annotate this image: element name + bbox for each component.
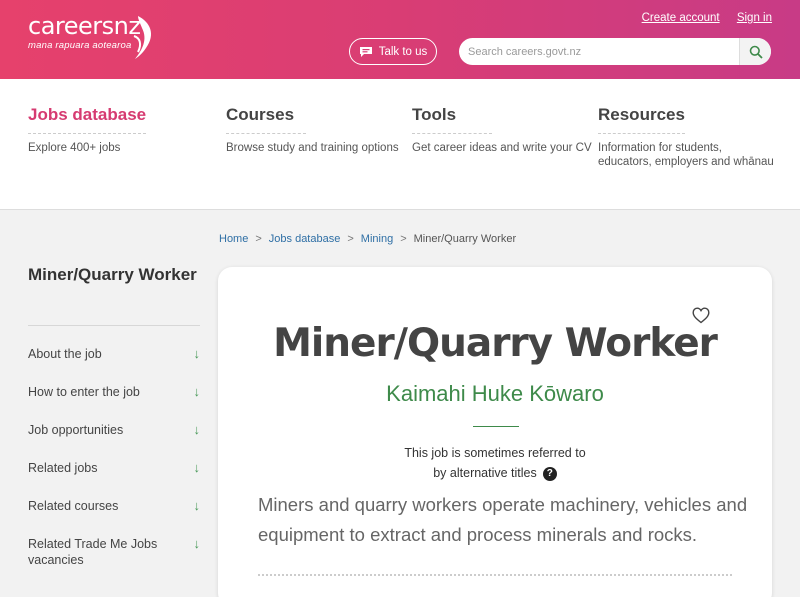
nav-subtitle: Explore 400+ jobs <box>28 142 121 154</box>
alt-titles-line1: This job is sometimes referred to <box>404 446 586 460</box>
alt-titles-line2-wrap: by alternative titles? <box>218 463 772 483</box>
breadcrumb-home[interactable]: Home <box>219 233 248 245</box>
job-summary-text: Miners and quarry workers operate machin… <box>258 494 748 545</box>
magnifier-icon <box>749 45 763 59</box>
sidebar-item-label: About the job <box>28 347 102 361</box>
sidebar-item-trade-me[interactable]: Related Trade Me Jobs vacancies ↓ <box>28 536 200 568</box>
sidebar-menu: About the job ↓ How to enter the job ↓ J… <box>28 346 200 568</box>
breadcrumb-jobs-database[interactable]: Jobs database <box>269 233 341 245</box>
site-header: careersnz mana rapuara aotearoa Create a… <box>0 0 800 79</box>
talk-to-us-label: Talk to us <box>378 45 428 58</box>
breadcrumb-current: Miner/Quarry Worker <box>413 233 517 245</box>
logo-swoosh-icon <box>133 16 152 59</box>
account-links: Create account Sign in <box>628 12 772 24</box>
sidebar-item-label: Job opportunities <box>28 423 124 437</box>
nav-tools[interactable]: Tools Get career ideas and write your CV <box>412 105 592 155</box>
nav-subtitle: Get career ideas and write your CV <box>412 142 592 154</box>
nav-title: Resources <box>598 105 685 134</box>
breadcrumb-separator: > <box>347 233 354 245</box>
arrow-down-icon: ↓ <box>193 460 201 475</box>
main-navigation: Jobs database Explore 400+ jobs Courses … <box>0 79 800 210</box>
sidebar-item-related-courses[interactable]: Related courses ↓ <box>28 498 200 514</box>
breadcrumb-separator: > <box>255 233 262 245</box>
sidebar-item-about[interactable]: About the job ↓ <box>28 346 200 362</box>
sidebar-item-label: Related courses <box>28 499 119 513</box>
sign-in-link[interactable]: Sign in <box>737 12 772 24</box>
nav-subtitle: Browse study and training options <box>226 142 399 154</box>
nav-courses[interactable]: Courses Browse study and training option… <box>226 105 399 155</box>
sidebar-item-related-jobs[interactable]: Related jobs ↓ <box>28 460 200 476</box>
job-title: Miner/Quarry Worker <box>273 321 718 366</box>
sidebar-item-label: Related Trade Me Jobs vacancies <box>28 537 158 567</box>
careersnz-logo[interactable]: careersnz mana rapuara aotearoa <box>28 12 141 52</box>
nav-subtitle: Information for students, educators, emp… <box>598 142 774 168</box>
arrow-down-icon: ↓ <box>193 384 201 399</box>
sidebar-item-label: Related jobs <box>28 461 98 475</box>
sidebar-item-how-to-enter[interactable]: How to enter the job ↓ <box>28 384 200 400</box>
sidebar-item-label: How to enter the job <box>28 385 140 399</box>
nav-resources[interactable]: Resources Information for students, educ… <box>598 105 778 169</box>
arrow-down-icon: ↓ <box>193 422 201 437</box>
sidebar-title: Miner/Quarry Worker <box>28 265 197 284</box>
create-account-link[interactable]: Create account <box>642 12 720 24</box>
talk-to-us-button[interactable]: Talk to us <box>349 38 437 65</box>
nav-title: Tools <box>412 105 492 134</box>
sidebar-item-opportunities[interactable]: Job opportunities ↓ <box>28 422 200 438</box>
breadcrumb-mining[interactable]: Mining <box>361 233 393 245</box>
logo-wordmark: careersnz <box>28 12 141 40</box>
section-divider <box>258 574 732 576</box>
chat-icon <box>359 46 372 57</box>
sidebar-divider <box>28 325 200 326</box>
search-input[interactable] <box>459 38 739 65</box>
search-button[interactable] <box>739 38 771 65</box>
maori-job-title: Kaimahi Huke Kōwaro <box>386 381 604 406</box>
breadcrumb-separator: > <box>400 233 407 245</box>
alt-titles-line2: by alternative titles <box>433 466 537 480</box>
nav-title: Jobs database <box>28 105 147 134</box>
search-bar <box>459 38 771 65</box>
question-icon[interactable]: ? <box>542 467 557 481</box>
breadcrumb: Home > Jobs database > Mining > Miner/Qu… <box>219 233 516 245</box>
nav-jobs-database[interactable]: Jobs database Explore 400+ jobs <box>28 105 147 155</box>
arrow-down-icon: ↓ <box>193 536 201 551</box>
logo-tagline: mana rapuara aotearoa <box>28 40 132 51</box>
arrow-down-icon: ↓ <box>193 498 201 513</box>
alternative-titles-note: This job is sometimes referred to by alt… <box>218 443 772 483</box>
title-divider <box>473 426 519 427</box>
job-summary-card: Miner/Quarry Worker Kaimahi Huke Kōwaro … <box>218 267 772 597</box>
nav-title: Courses <box>226 105 306 134</box>
arrow-down-icon: ↓ <box>193 346 201 361</box>
